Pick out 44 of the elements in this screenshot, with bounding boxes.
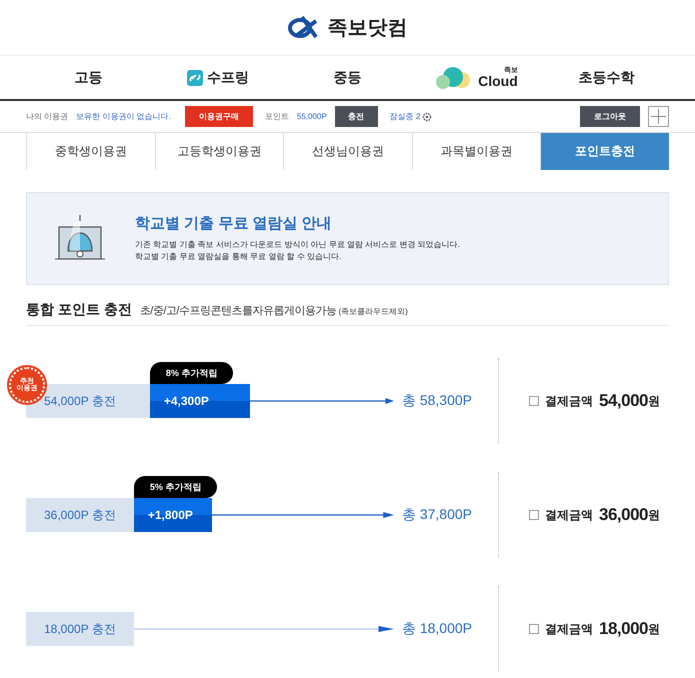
point-value: 55,000P bbox=[296, 112, 327, 121]
notice-title: 학교별 기출 무료 열람실 안내 bbox=[135, 214, 333, 233]
brand-name: 족보닷컴 bbox=[328, 16, 408, 41]
section-subtitle: 초/중/고/수프링콘텐츠를자유롭게이용가능 bbox=[140, 304, 336, 318]
bonus-tag: 5% 추가적립 bbox=[134, 476, 218, 498]
section-title: 통합 포인트 충전 bbox=[26, 301, 132, 319]
point-label: 포인트 bbox=[264, 111, 289, 122]
nav-link[interactable]: 고등 bbox=[24, 68, 154, 86]
total-points: 총 58,300P bbox=[402, 392, 472, 410]
payment-label: 결제금액 bbox=[545, 620, 593, 638]
payment-amount: 18,000 bbox=[599, 619, 648, 639]
payment-amount: 36,000 bbox=[599, 505, 648, 525]
notice-text: 학교별 기출 무료 열람실을 통해 무료 열람 할 수 있습니다. bbox=[135, 251, 342, 263]
notice-text: 기존 학교별 기출 족보 서비스가 다운로드 방식이 아닌 무료 열람 서비스로 변경 되었습니다. bbox=[135, 239, 460, 251]
buy-pass-button[interactable]: 이용권구매 bbox=[184, 106, 253, 127]
currency-unit: 원 bbox=[648, 506, 660, 524]
school-link[interactable]: 잠실중 2 bbox=[390, 111, 432, 122]
payment-label: 결제금액 bbox=[545, 506, 593, 524]
payment-amount: 54,000 bbox=[599, 391, 648, 411]
pass-status: 보유한 이용권이 없습니다. bbox=[76, 111, 171, 122]
base-points-bar: 18,000P 충전 bbox=[26, 612, 134, 646]
checkbox[interactable] bbox=[529, 396, 539, 406]
section-note: (족보클라우드제외) bbox=[338, 306, 408, 317]
checkbox[interactable] bbox=[529, 624, 539, 634]
bonus-points-bar: +4,300P bbox=[150, 384, 250, 418]
total-points: 총 18,000P bbox=[402, 620, 472, 638]
currency-unit: 원 bbox=[648, 620, 660, 638]
nav-link[interactable]: 수프링 bbox=[153, 68, 283, 86]
base-points-bar: 36,000P 충전 bbox=[26, 498, 134, 532]
logout-button[interactable]: 로그아웃 bbox=[580, 106, 640, 127]
bonus-points-bar: +1,800P bbox=[134, 498, 212, 532]
settings-icon bbox=[422, 112, 432, 122]
currency-unit: 원 bbox=[648, 392, 660, 410]
payment-label: 결제금액 bbox=[545, 392, 593, 410]
total-points: 총 37,800P bbox=[402, 506, 472, 524]
tab[interactable]: 포인트충전 bbox=[540, 133, 669, 170]
pass-label: 나의 이용권 bbox=[26, 111, 68, 122]
plus-icon[interactable] bbox=[648, 106, 669, 127]
checkbox[interactable] bbox=[529, 510, 539, 520]
link-icon bbox=[187, 70, 204, 86]
nav-link[interactable]: 초등수학 bbox=[542, 68, 672, 86]
bonus-tag: 8% 추가적립 bbox=[150, 362, 234, 384]
charge-button[interactable]: 충전 bbox=[334, 106, 378, 127]
nav-link[interactable]: 중등 bbox=[282, 68, 412, 86]
